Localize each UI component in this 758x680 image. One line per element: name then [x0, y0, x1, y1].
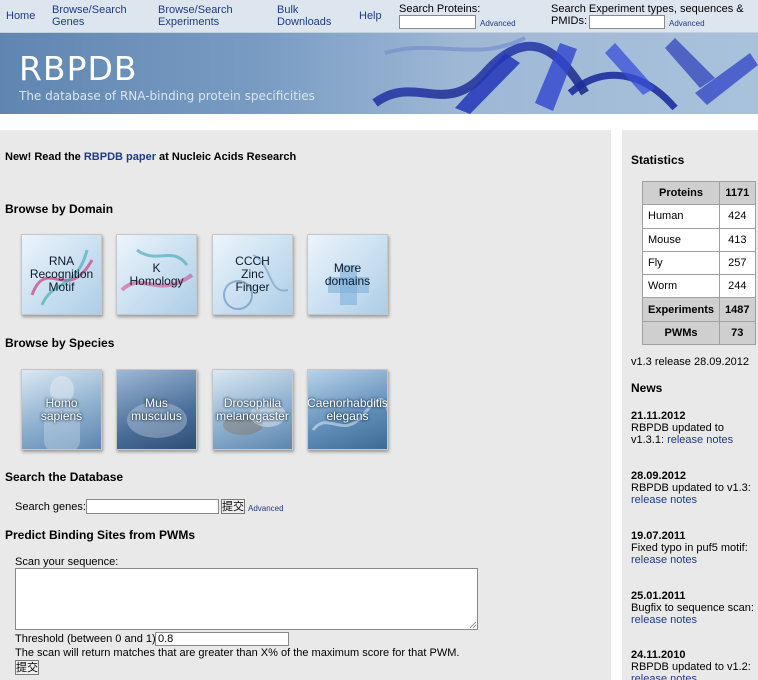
search-proteins-input[interactable] [399, 15, 476, 29]
stats-row: PWMs 73 [641, 320, 756, 346]
stats-label: Fly [641, 250, 721, 276]
stats-label: Worm [641, 274, 721, 299]
domain-tile-more[interactable]: More domains [307, 234, 388, 315]
stats-row: Experiments 1487 [641, 297, 756, 322]
domain-tile-ccch[interactable]: CCCH Zinc Finger [212, 234, 293, 315]
nav-home-link[interactable]: Home [6, 10, 35, 22]
announcement: New! Read the RBPDB paper at Nucleic Aci… [5, 151, 296, 163]
stats-label: PWMs [641, 320, 721, 346]
stats-value: 1487 [719, 297, 756, 322]
news-text: Fixed typo in puf5 motif: [631, 542, 748, 554]
scan-note: The scan will return matches that are gr… [15, 647, 460, 659]
nav-browse-experiments-link[interactable]: Browse/Search Experiments [158, 4, 233, 28]
protein-ribbon-illustration [372, 36, 758, 114]
search-proteins-label: Search Proteins: [399, 3, 481, 15]
news-text: RBPDB updated to v1.2: [631, 661, 751, 673]
stats-value: 424 [719, 204, 756, 229]
domain-tile-rrm[interactable]: RNA Recognition Motif [21, 234, 102, 315]
search-experiments-label: Search Experiment types, sequences & [551, 3, 744, 15]
nav-bulk-downloads-link[interactable]: Bulk Downloads [277, 4, 331, 28]
nav-browse-genes-link[interactable]: Browse/Search Genes [52, 4, 127, 28]
release-notes-link[interactable]: release notes [631, 554, 697, 566]
stats-label: Experiments [641, 297, 721, 322]
stats-label: Proteins [641, 180, 721, 206]
species-tile-fly[interactable]: Drosophila melanogaster [212, 369, 293, 450]
sidebar: Statistics Proteins 1171 Human 424 Mouse 413 F… [622, 130, 758, 680]
release-version: v1.3 release 28.09.2012 [631, 356, 750, 368]
release-notes-link[interactable]: release notes [667, 434, 733, 446]
stats-value: 73 [719, 320, 756, 346]
threshold-label: Threshold (between 0 and 1): [15, 633, 159, 645]
news-item: 25.01.2011 Bugfix to sequence scan: relea… [631, 590, 757, 626]
search-genes-label: Search genes: [15, 501, 86, 513]
news-text: Bugfix to sequence scan: [631, 602, 754, 614]
release-notes-link[interactable]: release notes [631, 614, 697, 626]
species-tile-label: Homo sapiens [40, 395, 83, 423]
top-navigation: Home Browse/Search Genes Browse/Search E… [0, 0, 758, 33]
species-tile-human[interactable]: Homo sapiens [21, 369, 102, 450]
release-notes-link[interactable]: release notes [631, 673, 697, 680]
search-experiments-input[interactable] [589, 15, 665, 29]
site-title: RBPDB [19, 49, 138, 88]
species-tile-label: Caenorhabditis elegans [307, 395, 388, 423]
stats-value: 1171 [719, 180, 756, 206]
news-text: RBPDB updated to v1.3: [631, 482, 751, 494]
search-genes-submit-button[interactable]: 提交 [221, 499, 245, 514]
domain-tile-kh[interactable]: K Homology [116, 234, 197, 315]
news-heading: News [631, 381, 663, 395]
stats-value: 257 [719, 250, 756, 276]
stats-label: Mouse [641, 227, 721, 252]
search-genes-advanced-link[interactable]: Advanced [248, 504, 284, 513]
site-subtitle: The database of RNA-binding protein spec… [19, 89, 315, 103]
search-database-heading: Search the Database [5, 470, 124, 484]
news-date: 24.11.2010 [631, 649, 686, 661]
threshold-input[interactable]: 0.8 [155, 632, 289, 646]
scan-sequence-textarea[interactable] [15, 568, 478, 630]
announcement-suffix: at Nucleic Acids Research [155, 151, 297, 163]
browse-domain-heading: Browse by Domain [5, 202, 114, 216]
stats-value: 244 [719, 274, 756, 299]
domain-tile-label: RNA Recognition Motif [29, 254, 94, 294]
rbpdb-paper-link[interactable]: RBPDB paper [84, 151, 156, 163]
nav-help-link[interactable]: Help [359, 10, 382, 22]
statistics-heading: Statistics [631, 153, 685, 167]
predict-binding-heading: Predict Binding Sites from PWMs [5, 528, 196, 542]
stats-row: Human 424 [641, 204, 756, 229]
scan-sequence-label: Scan your sequence: [15, 556, 119, 568]
species-tile-worm[interactable]: Caenorhabditis elegans [307, 369, 388, 450]
domain-tile-label: CCCH Zinc Finger [235, 254, 270, 294]
stats-label: Human [641, 204, 721, 229]
news-date: 21.11.2012 [631, 410, 686, 422]
news-item: 19.07.2011 Fixed typo in puf5 motif: rele… [631, 530, 757, 566]
stats-row: Proteins 1171 [641, 180, 756, 206]
main-content: New! Read the RBPDB paper at Nucleic Aci… [0, 130, 611, 680]
domain-tile-label: K Homology [129, 260, 184, 288]
stats-value: 413 [719, 227, 756, 252]
search-proteins-advanced-link[interactable]: Advanced [480, 19, 516, 28]
news-date: 19.07.2011 [631, 530, 686, 542]
announcement-prefix: New! Read the [5, 151, 84, 163]
statistics-table: Proteins 1171 Human 424 Mouse 413 Fly 257 Worm 24… [641, 180, 756, 346]
stats-row: Fly 257 [641, 250, 756, 276]
domain-tile-label: More domains [324, 260, 371, 288]
search-experiments-advanced-link[interactable]: Advanced [669, 19, 705, 28]
species-tile-label: Mus musculus [131, 395, 182, 423]
scan-submit-button[interactable]: 提交 [15, 660, 39, 675]
resize-handle-icon[interactable] [470, 622, 476, 628]
news-date: 25.01.2011 [631, 590, 686, 602]
release-notes-link[interactable]: release notes [631, 494, 697, 506]
news-item: 21.11.2012 RBPDB updated to v1.3.1: relea… [631, 410, 757, 446]
search-genes-input[interactable] [86, 499, 219, 514]
stats-row: Mouse 413 [641, 227, 756, 252]
news-item: 28.09.2012 RBPDB updated to v1.3: release… [631, 470, 757, 506]
search-experiments-label-pmids: PMIDs: [551, 15, 588, 27]
species-tile-mouse[interactable]: Mus musculus [116, 369, 197, 450]
species-tile-label: Drosophila melanogaster [216, 395, 289, 423]
browse-species-heading: Browse by Species [5, 336, 115, 350]
site-banner: RBPDB The database of RNA-binding protei… [0, 33, 758, 114]
news-date: 28.09.2012 [631, 470, 687, 482]
news-item: 24.11.2010 RBPDB updated to v1.2: release… [631, 649, 757, 680]
stats-row: Worm 244 [641, 274, 756, 299]
